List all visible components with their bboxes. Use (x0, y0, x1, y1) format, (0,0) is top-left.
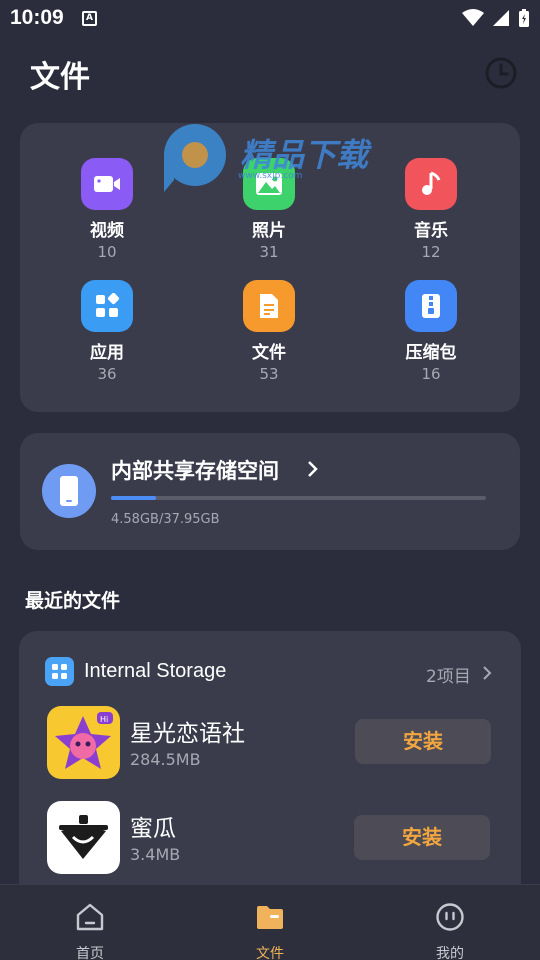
storage-progress-fill (111, 496, 156, 500)
category-count: 31 (259, 243, 279, 261)
category-video[interactable]: 视频 10 (52, 158, 162, 261)
category-count: 53 (259, 365, 279, 383)
nav-profile[interactable]: 我的 (390, 885, 510, 960)
page-title: 文件 (30, 60, 90, 95)
category-label: 压缩包 (405, 343, 457, 363)
group-title[interactable]: Internal Storage (84, 660, 226, 683)
notification-icon: A (82, 11, 97, 26)
category-count: 16 (421, 365, 441, 383)
nav-label: 我的 (436, 946, 464, 960)
category-count: 12 (421, 243, 441, 261)
app-icon-migua (47, 801, 120, 874)
battery-icon (519, 9, 529, 27)
wifi-icon (462, 9, 484, 26)
category-label: 音乐 (414, 221, 448, 241)
svg-text:www.sxjp.com: www.sxjp.com (238, 171, 302, 181)
archive-icon (405, 280, 457, 332)
status-time: 10:09 (10, 6, 64, 29)
internal-storage-card[interactable]: 内部共享存储空间 4.58GB/37.95GB (20, 433, 520, 550)
apps-icon (81, 280, 133, 332)
nav-label: 文件 (256, 946, 284, 960)
group-count[interactable]: 2项目 (426, 662, 471, 687)
chevron-right-icon[interactable] (482, 665, 492, 681)
clock-icon (485, 57, 517, 89)
watermark-logo: 精品下载 www.sxjp.com (164, 124, 373, 192)
svg-text:Hi: Hi (100, 715, 108, 724)
category-count: 36 (97, 365, 117, 383)
category-documents[interactable]: 文件 53 (214, 280, 324, 383)
apps-icon (45, 657, 74, 686)
status-bar: 10:09 A (0, 0, 540, 38)
category-archive[interactable]: 压缩包 16 (376, 280, 486, 383)
chevron-right-icon (308, 461, 318, 477)
folder-icon (257, 906, 283, 929)
recent-files-title: 最近的文件 (25, 590, 121, 612)
status-icons (462, 8, 530, 28)
list-item[interactable]: 蜜瓜 3.4MB 安装 (47, 801, 497, 875)
nav-files[interactable]: 文件 (210, 885, 330, 960)
list-item[interactable]: Hi 星光恋语社 284.5MB 安装 (47, 706, 497, 780)
video-icon (81, 158, 133, 210)
document-icon (243, 280, 295, 332)
nav-home[interactable]: 首页 (30, 885, 150, 960)
storage-title: 内部共享存储空间 (111, 459, 279, 483)
install-button[interactable]: 安装 (355, 719, 491, 764)
music-icon (405, 158, 457, 210)
recent-files-card: Internal Storage 2项目 Hi 星光恋语社 284.5MB 安装 (19, 631, 521, 911)
category-count: 10 (97, 243, 117, 261)
category-label: 应用 (90, 343, 124, 363)
app-size: 284.5MB (130, 750, 201, 769)
profile-icon (436, 903, 464, 931)
phone-icon (42, 464, 96, 518)
app-icon-xingguang: Hi (47, 706, 120, 779)
history-button[interactable] (484, 56, 518, 90)
category-label: 文件 (252, 343, 286, 363)
app-name: 蜜瓜 (130, 816, 176, 842)
nav-label: 首页 (76, 946, 104, 960)
svg-text:精品下载: 精品下载 (240, 136, 373, 174)
bottom-nav: 首页 文件 我的 (0, 884, 540, 960)
install-button[interactable]: 安装 (354, 815, 490, 860)
home-icon (76, 903, 104, 931)
category-music[interactable]: 音乐 12 (376, 158, 486, 261)
category-apps[interactable]: 应用 36 (52, 280, 162, 383)
category-label: 视频 (90, 221, 124, 241)
app-name: 星光恋语社 (130, 721, 245, 747)
app-size: 3.4MB (130, 845, 181, 864)
storage-usage-text: 4.58GB/37.95GB (111, 512, 220, 527)
storage-progress-bar (111, 496, 486, 500)
category-label: 照片 (252, 221, 286, 241)
signal-icon (493, 10, 509, 26)
